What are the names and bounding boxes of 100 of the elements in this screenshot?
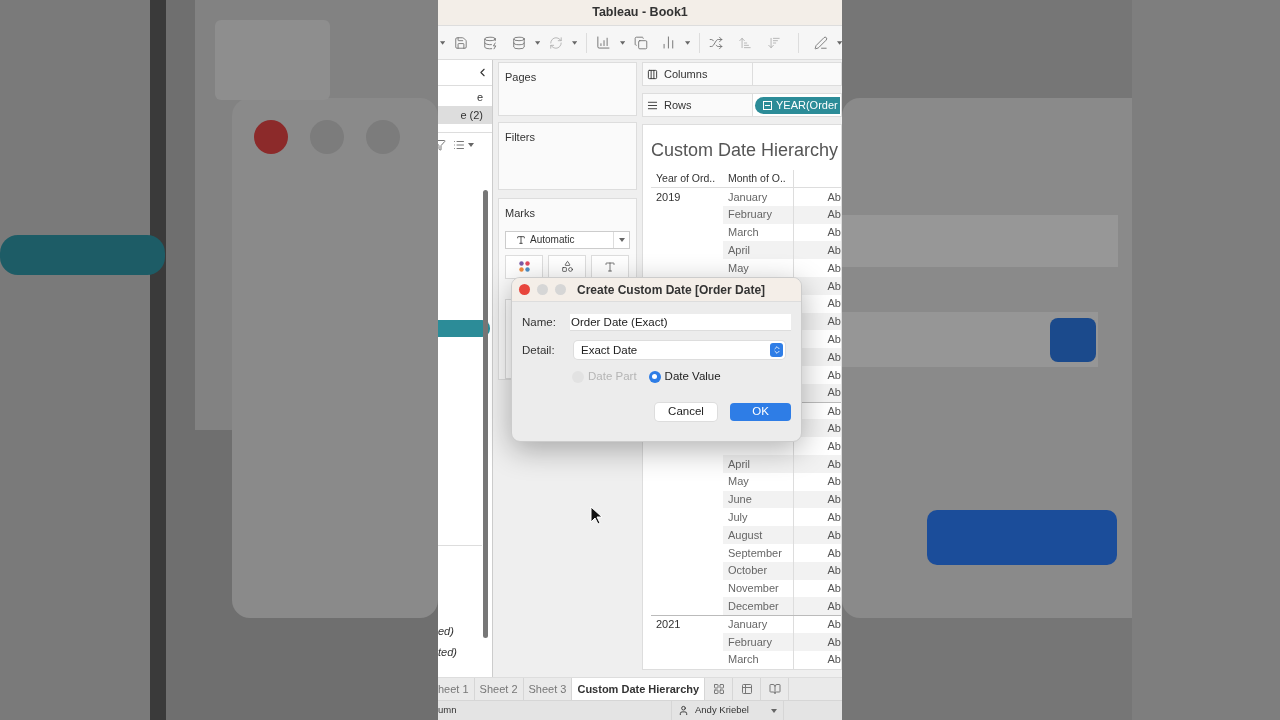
pen-icon[interactable] (813, 34, 828, 51)
table-cell-text: Ab (827, 189, 841, 205)
database-icon[interactable] (512, 34, 527, 51)
table-cell-text: February (728, 207, 773, 223)
cursor-icon (590, 506, 602, 525)
swap-icon[interactable] (709, 34, 724, 51)
table-cell-text: September (728, 545, 782, 561)
table-cell-text: Ab (827, 652, 841, 668)
scrollbar[interactable] (483, 190, 488, 638)
table-cell-text: Ab (827, 278, 841, 294)
duplicate-icon[interactable] (634, 34, 649, 51)
list-icon[interactable] (453, 138, 465, 151)
table-cell-text: Ab (827, 332, 841, 347)
caret-icon[interactable] (468, 142, 474, 147)
table-cell-text: January (728, 189, 768, 205)
data-source-item[interactable]: e (2) (438, 106, 492, 124)
caret-icon[interactable] (572, 40, 578, 45)
table-cell-text: Ab (827, 385, 841, 401)
column-header[interactable]: Month of O.. (723, 170, 794, 187)
table-cell-text: Ab (827, 349, 841, 365)
name-field[interactable]: Order Date (Exact) (570, 314, 791, 332)
table-cell-text: April (728, 243, 750, 259)
text-icon (516, 234, 526, 245)
table-cell-text: May (728, 260, 749, 276)
table-cell-text: June (728, 492, 752, 508)
columns-icon (647, 68, 658, 80)
data-source-item[interactable]: e (438, 88, 492, 106)
table-cell-text: Ab (827, 598, 841, 614)
columns-shelf[interactable]: Columns (642, 62, 842, 86)
filter-icon[interactable] (438, 138, 446, 151)
card-title: Filters (505, 130, 536, 145)
color-button[interactable] (505, 254, 543, 279)
rows-shelf[interactable]: Rows YEAR(Order (642, 93, 842, 117)
table-cell-text: January (728, 617, 768, 633)
table-cell-text: Ab (827, 403, 841, 419)
table-cell-text: Ab (827, 296, 841, 312)
table-cell-text: February (728, 634, 773, 650)
table-cell-text: 2019 (656, 189, 681, 205)
field-item[interactable]: ted) (438, 643, 457, 660)
table-cell-text: December (728, 598, 779, 614)
user-menu[interactable]: Andy Kriebel (671, 701, 784, 720)
ok-button[interactable]: OK (730, 402, 791, 421)
column-header[interactable]: Year of Ord.. (651, 170, 723, 187)
close-button[interactable] (519, 284, 530, 295)
size-icon (560, 260, 574, 273)
new-chart-icon[interactable] (596, 34, 612, 51)
stepper-icon (771, 345, 782, 356)
table-cell-text: August (728, 527, 763, 543)
user-icon (678, 705, 689, 716)
field-label: Detail: (522, 342, 556, 358)
caret-icon[interactable] (535, 40, 541, 45)
table-cell-text: Ab (827, 207, 841, 223)
table-cell-text: March (728, 225, 759, 241)
selected-field-bar (438, 320, 490, 337)
dialog-title: Create Custom Date [Order Date] (577, 281, 766, 299)
table-cell-text: Ab (827, 367, 841, 383)
table-cell-text: Ab (827, 510, 841, 525)
table-cell-text: 2021 (656, 617, 681, 633)
table-cell-text: Ab (827, 456, 841, 472)
mark-type-dropdown[interactable]: Automatic (505, 230, 630, 249)
table-cell-text: Ab (827, 617, 841, 633)
radio-option[interactable]: Date Value (648, 368, 721, 386)
rows-icon (647, 99, 658, 111)
table-cell-text: Ab (827, 421, 841, 436)
caret-icon[interactable] (836, 40, 842, 45)
field-pill[interactable]: YEAR(Order (755, 96, 840, 114)
table-cell-text: Ab (827, 492, 841, 508)
table-cell-text: March (728, 652, 759, 668)
table-cell-text: July (728, 510, 748, 525)
shelf-label: Rows (664, 97, 692, 113)
table-cell-text: Ab (827, 438, 841, 454)
table-cell-text: May (728, 474, 749, 490)
table-cell-text: October (728, 563, 768, 579)
field-item[interactable]: ed) (438, 623, 457, 640)
table-cell-text: April (728, 456, 750, 472)
detail-select[interactable]: Exact Date (574, 341, 785, 360)
table-cell-text: Ab (827, 260, 841, 276)
card-title: Marks (505, 206, 536, 221)
caret-icon[interactable] (620, 40, 626, 45)
sheet-tab[interactable]: Custom Date Hierarchy (572, 678, 706, 700)
caret-icon[interactable] (771, 708, 777, 713)
caret-icon[interactable] (618, 237, 625, 242)
caret-icon[interactable] (685, 40, 691, 45)
collapse-icon[interactable] (763, 100, 772, 110)
color-dots-icon (518, 261, 530, 272)
view-title: Custom Date Hierarchy (651, 139, 840, 162)
table-cell-text: Ab (827, 527, 841, 543)
cancel-button[interactable]: Cancel (655, 402, 717, 421)
table-cell-text: Ab (827, 563, 841, 579)
label-button[interactable] (591, 254, 629, 279)
save-icon[interactable] (454, 34, 469, 51)
window-title: Tableau - Book1 (592, 4, 688, 22)
table-cell-text: Ab (827, 243, 841, 259)
table-cell-text: Ab (827, 634, 841, 650)
caret-icon[interactable] (440, 40, 446, 45)
table-cell-text: Ab (827, 314, 841, 330)
size-button[interactable] (548, 254, 586, 279)
table-cell-text: Ab (827, 225, 841, 241)
card-title: Pages (505, 70, 538, 85)
field-label: Name: (522, 315, 557, 330)
